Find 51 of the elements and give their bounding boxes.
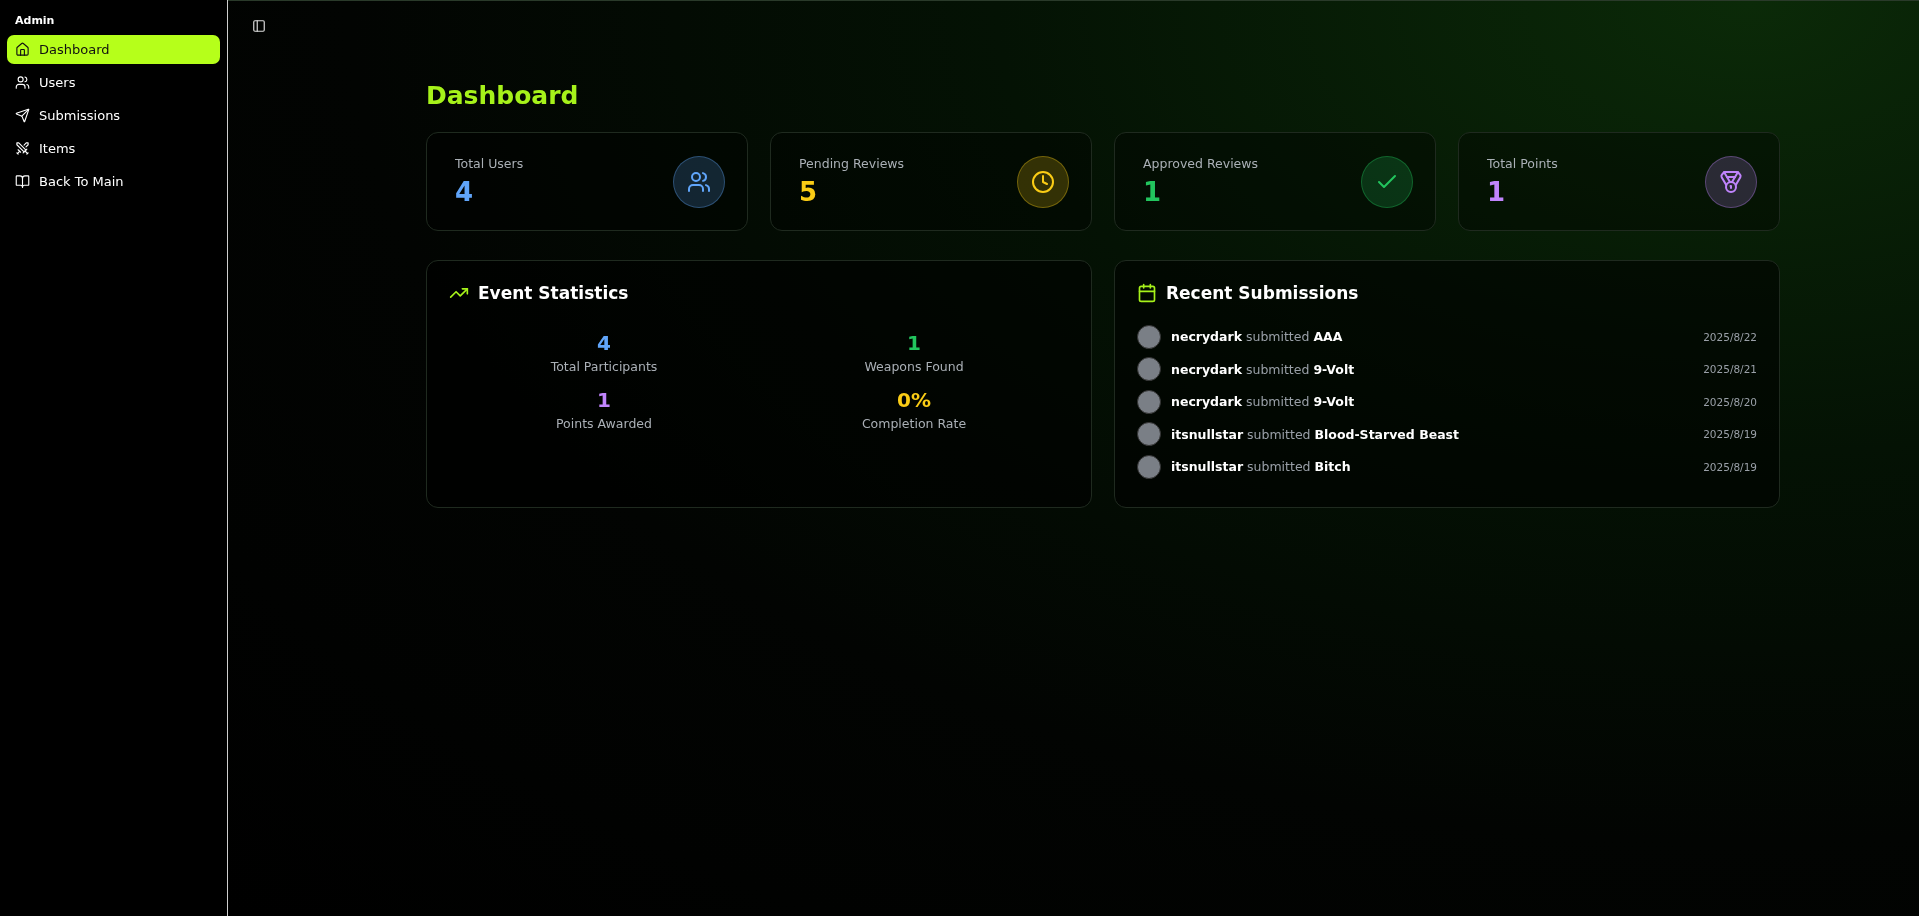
- submission-date: 2025/8/22: [1703, 330, 1757, 343]
- home-icon: [15, 42, 30, 57]
- stat-label: Completion Rate: [861, 416, 967, 431]
- sidebar-panel-icon: [252, 19, 266, 33]
- sidebar-item[interactable]: Users: [7, 68, 220, 97]
- calendar-icon: [1137, 283, 1157, 303]
- stat-label: Total Points: [1487, 156, 1558, 171]
- medal-icon: [1705, 155, 1757, 208]
- submission-date: 2025/8/20: [1703, 395, 1757, 408]
- panel-title: Recent Submissions: [1166, 283, 1359, 303]
- sidebar-item[interactable]: Back To Main: [7, 167, 220, 196]
- sidebar-item[interactable]: Submissions: [7, 101, 220, 130]
- stat-value: 0%: [897, 388, 931, 412]
- panel-title: Event Statistics: [478, 283, 629, 303]
- submission-date: 2025/8/19: [1703, 460, 1757, 473]
- stat-value: 4: [597, 331, 611, 355]
- submission-text: necrydark submitted 9-Volt: [1171, 361, 1356, 377]
- submission-date: 2025/8/21: [1703, 363, 1757, 376]
- stat-value: 4: [455, 177, 475, 207]
- page-title: Dashboard: [426, 81, 580, 110]
- submission-text: itsnullstar submitted Blood-Starved Beast: [1171, 426, 1460, 442]
- stat-value: 1: [1143, 177, 1163, 207]
- stat-value: 1: [907, 331, 921, 355]
- clock-icon: [1017, 155, 1069, 208]
- avatar: [1137, 422, 1161, 447]
- submission-text: necrydark submitted AAA: [1171, 329, 1344, 345]
- avatar: [1137, 389, 1161, 414]
- avatar: [1137, 454, 1161, 479]
- stat-value: 1: [597, 388, 611, 412]
- users-icon: [15, 75, 30, 90]
- sidebar-item[interactable]: Dashboard: [7, 35, 220, 64]
- sidebar-title: Admin: [14, 13, 56, 29]
- stat-label: Pending Reviews: [799, 156, 905, 171]
- stat-label: Total Users: [455, 156, 524, 171]
- paper-plane-icon: [15, 108, 30, 123]
- stat-label: Approved Reviews: [1143, 156, 1259, 171]
- crossed-swords-icon: [15, 141, 30, 156]
- avatar: [1137, 324, 1161, 349]
- stat-label: Total Participants: [550, 359, 658, 374]
- submission-text: itsnullstar submitted Bitch: [1171, 459, 1352, 475]
- check-icon: [1361, 155, 1413, 208]
- users-icon: [673, 155, 725, 208]
- book-icon: [15, 174, 30, 189]
- submission-date: 2025/8/19: [1703, 428, 1757, 441]
- avatar: [1137, 357, 1161, 382]
- sidebar-item[interactable]: Items: [7, 134, 220, 163]
- stat-label: Points Awarded: [556, 416, 652, 431]
- stat-value: 1: [1487, 177, 1507, 207]
- submission-text: necrydark submitted 9-Volt: [1171, 394, 1356, 410]
- stat-value: 5: [799, 177, 819, 207]
- stat-label: Weapons Found: [864, 359, 964, 374]
